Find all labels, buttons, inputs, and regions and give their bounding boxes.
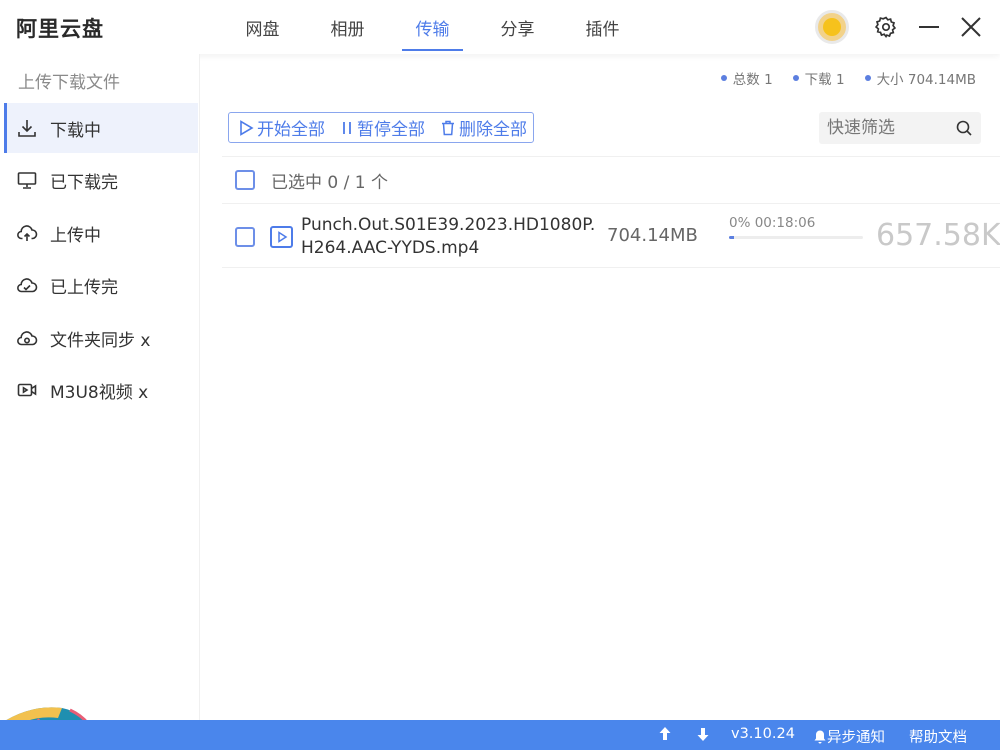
gear-icon	[874, 16, 897, 39]
app-title: 阿里云盘	[16, 17, 104, 41]
sidebar-title: 上传下载文件	[18, 73, 120, 93]
tab-album[interactable]: 相册	[305, 0, 390, 54]
filter-input[interactable]	[827, 118, 947, 138]
sidebar: 上传下载文件 下载中 已下载完 上传中 已上传完 文件夹同步 x M3U8视频 …	[0, 54, 200, 750]
selection-bar: 已选中 0 / 1 个	[222, 156, 1000, 204]
batch-actions: 开始全部 暂停全部 删除全部	[228, 112, 534, 143]
upload-status-button[interactable]	[658, 726, 672, 742]
tab-share[interactable]: 分享	[475, 0, 560, 54]
status-bar: v3.10.24 异步通知 帮助文档	[0, 720, 1000, 750]
main-nav: 网盘 相册 传输 分享 插件	[220, 0, 645, 54]
select-all-checkbox[interactable]	[235, 170, 255, 190]
pause-all-label: 暂停全部	[357, 120, 425, 140]
tab-plugins[interactable]: 插件	[560, 0, 645, 54]
cloud-upload-icon	[16, 222, 38, 244]
cloud-sync-icon	[16, 327, 38, 349]
version-label[interactable]: v3.10.24	[731, 726, 795, 742]
sidebar-item-label: 已上传完	[50, 277, 118, 298]
table-row[interactable]: Punch.Out.S01E39.2023.HD1080P. H264.AAC-…	[222, 206, 1000, 268]
avatar[interactable]	[815, 10, 849, 44]
play-icon	[240, 119, 254, 136]
avatar-image	[823, 18, 841, 36]
bullet-dot	[864, 75, 871, 81]
sidebar-item-downloaded[interactable]: 已下载完	[4, 155, 198, 205]
file-name-line2: H264.AAC-YYDS.mp4	[301, 238, 480, 258]
progress-fill	[729, 236, 735, 239]
start-all-label: 开始全部	[257, 120, 325, 140]
arrow-down-icon	[697, 728, 709, 741]
stat-size: 大小 704.14MB	[864, 68, 976, 88]
selection-count: 已选中 0 / 1 个	[271, 172, 388, 193]
video-icon	[16, 379, 38, 401]
search-icon[interactable]	[955, 119, 973, 137]
settings-button[interactable]	[871, 12, 901, 42]
delete-all-button[interactable]: 删除全部	[439, 115, 527, 140]
file-name: Punch.Out.S01E39.2023.HD1080P. H264.AAC-…	[301, 214, 601, 260]
minimize-button[interactable]	[914, 12, 944, 42]
arrow-up-icon	[659, 727, 671, 740]
transfer-stats: 总数 1 下载 1 大小 704.14MB	[720, 68, 976, 88]
sidebar-item-label: 下载中	[50, 120, 101, 141]
sidebar-item-uploading[interactable]: 上传中	[4, 208, 198, 258]
download-status-button[interactable]	[696, 726, 710, 742]
minimize-icon	[919, 26, 939, 28]
stat-total-text: 总数 1	[732, 72, 773, 88]
sidebar-item-label: 文件夹同步 x	[50, 330, 151, 351]
close-icon	[961, 17, 981, 37]
download-speed: 657.58K	[876, 218, 1000, 253]
trash-icon	[442, 120, 454, 135]
file-name-line1: Punch.Out.S01E39.2023.HD1080P.	[301, 215, 596, 235]
delete-all-label: 删除全部	[459, 120, 527, 140]
sidebar-item-uploaded[interactable]: 已上传完	[4, 260, 198, 310]
stat-download-text: 下载 1	[804, 72, 845, 88]
sidebar-item-downloading[interactable]: 下载中	[4, 103, 198, 153]
async-notify-label: 异步通知	[827, 730, 885, 746]
sidebar-item-m3u8-video[interactable]: M3U8视频 x	[4, 365, 198, 415]
pause-all-button[interactable]: 暂停全部	[339, 115, 425, 140]
file-size: 704.14MB	[607, 225, 698, 246]
stat-download: 下载 1	[792, 68, 845, 88]
stat-size-text: 大小 704.14MB	[876, 72, 976, 88]
tab-transfer[interactable]: 传输	[390, 0, 475, 54]
help-docs-link[interactable]: 帮助文档	[909, 726, 967, 747]
stat-total: 总数 1	[720, 68, 773, 88]
row-checkbox[interactable]	[235, 227, 255, 247]
cloud-done-icon	[16, 274, 38, 296]
video-file-icon	[270, 226, 293, 248]
sidebar-item-label: 上传中	[50, 225, 101, 246]
sidebar-item-label: 已下载完	[50, 172, 118, 193]
close-button[interactable]	[956, 12, 986, 42]
progress-bar	[729, 236, 863, 239]
start-all-button[interactable]: 开始全部	[237, 115, 325, 140]
quick-filter	[819, 112, 981, 144]
sidebar-item-label: M3U8视频 x	[50, 382, 149, 403]
bullet-dot	[720, 75, 727, 81]
tab-drive[interactable]: 网盘	[220, 0, 305, 54]
progress-text: 0% 00:18:06	[729, 215, 816, 231]
bullet-dot	[792, 75, 799, 81]
app-header: 阿里云盘 网盘 相册 传输 分享 插件	[0, 0, 1000, 54]
sidebar-item-folder-sync[interactable]: 文件夹同步 x	[4, 313, 198, 363]
pause-icon	[343, 121, 351, 134]
bell-icon	[814, 730, 826, 743]
async-notify-button[interactable]: 异步通知	[813, 726, 885, 747]
download-icon	[16, 117, 38, 139]
monitor-icon	[16, 169, 38, 191]
